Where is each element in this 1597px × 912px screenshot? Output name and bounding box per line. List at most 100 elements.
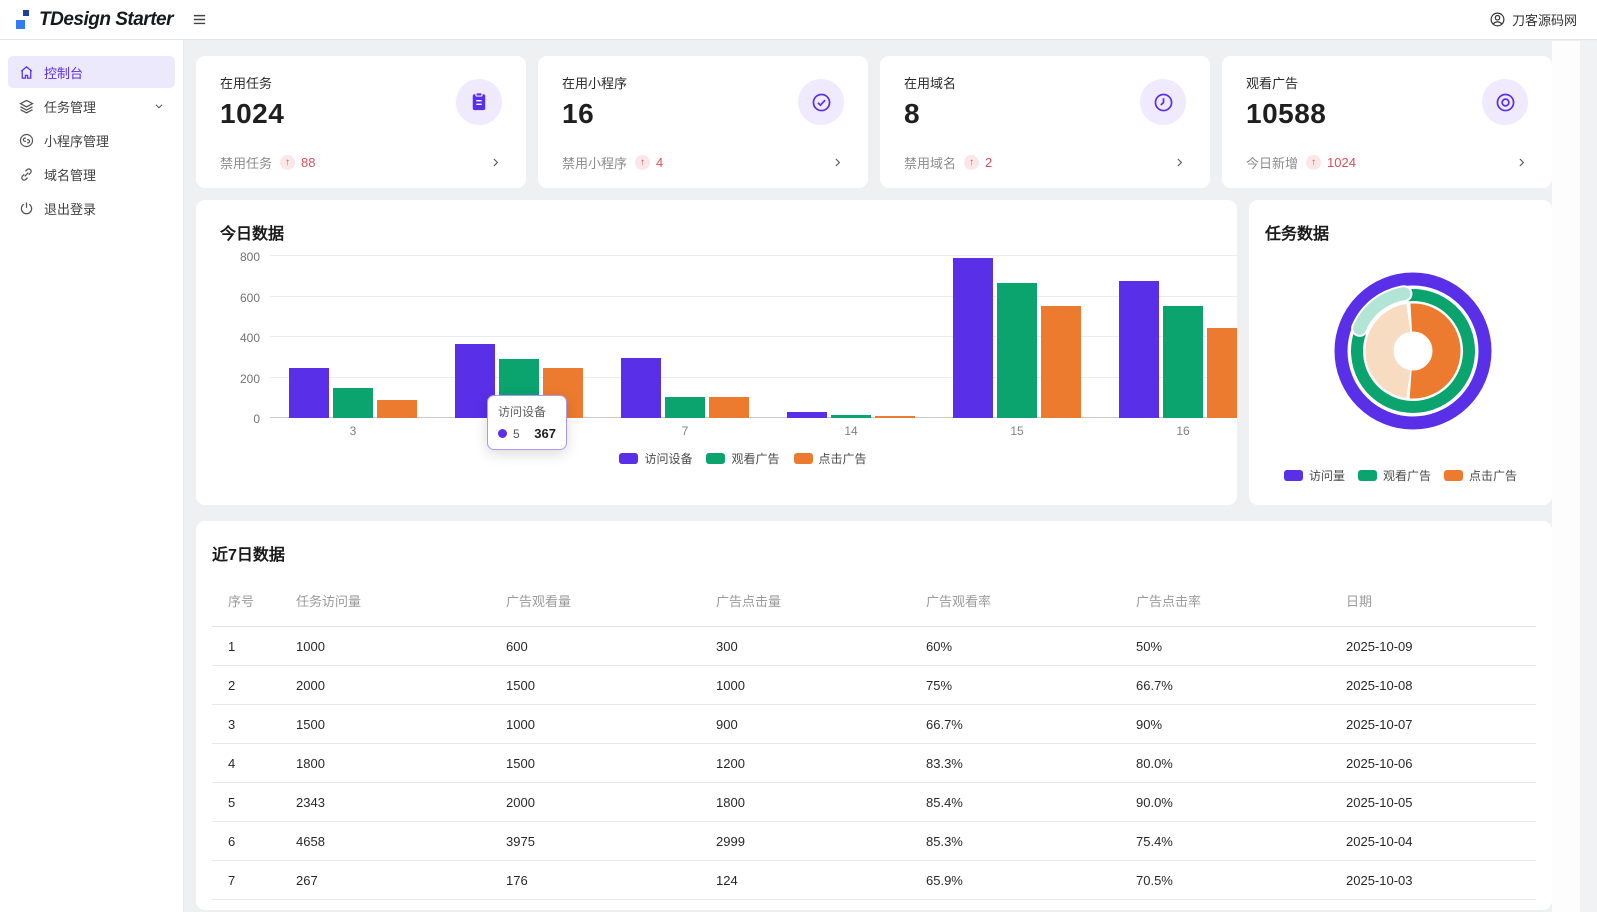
legend-label: 访问量: [1308, 469, 1345, 483]
table-cell: 2999: [716, 833, 745, 849]
bar-观看广告[interactable]: [333, 387, 373, 418]
x-axis-tick: 14: [844, 424, 858, 438]
sidebar-item-domain-management[interactable]: 域名管理: [8, 158, 175, 190]
sidebar-item-logout[interactable]: 退出登录: [8, 192, 175, 224]
logo-mark-icon: [16, 7, 31, 33]
stat-footer: 禁用域名 ↑ 2: [904, 153, 1186, 172]
sidebar-item-task-management[interactable]: 任务管理: [8, 90, 175, 122]
bar-观看广告[interactable]: [665, 396, 705, 418]
bar-访问设备[interactable]: [621, 358, 661, 418]
legend-item[interactable]: 点击广告: [1444, 467, 1517, 484]
sidebar-item-dashboard[interactable]: 控制台: [8, 56, 175, 88]
user-name: 刀客源码网: [1511, 13, 1577, 28]
legend-swatch: [1283, 470, 1303, 481]
bar-访问设备[interactable]: [953, 258, 993, 418]
bar-访问设备[interactable]: [787, 412, 827, 418]
bar-group-7: 7: [602, 256, 768, 438]
table-cell: 85.3%: [926, 833, 963, 849]
chevron-right-icon[interactable]: [489, 156, 502, 169]
table-cell: 90%: [1136, 716, 1163, 732]
bar-点击广告[interactable]: [1041, 305, 1081, 418]
table-cell: 5: [228, 794, 236, 810]
legend-item[interactable]: 访问设备: [619, 450, 692, 467]
legend-label: 观看广告: [1382, 469, 1431, 483]
x-axis-tick: 3: [349, 424, 357, 438]
chevron-right-icon[interactable]: [831, 156, 844, 169]
table-row: 3 1500 1000 900 66.7% 90% 2025-10-07: [212, 705, 1536, 744]
legend-item[interactable]: 观看广告: [706, 450, 780, 467]
sidebar-collapse-button[interactable]: [191, 11, 208, 28]
power-icon: [18, 200, 35, 217]
bar-观看广告[interactable]: [831, 414, 871, 418]
table-cell: 267: [296, 872, 318, 888]
table-cell: 2025-10-04: [1346, 833, 1413, 849]
table-cell: 900: [716, 716, 738, 732]
bar-点击广告[interactable]: [875, 415, 915, 418]
legend-swatch: [1444, 470, 1463, 481]
user-avatar-icon: [1489, 11, 1506, 28]
bar-点击广告[interactable]: [377, 399, 417, 418]
donut-slice-ad-clicks[interactable]: [1409, 303, 1461, 399]
table-cell: 70.5%: [1136, 872, 1173, 888]
bar-点击广告[interactable]: [543, 368, 583, 418]
table-cell: 2025-10-09: [1346, 638, 1413, 654]
bar-group-bars: [455, 256, 583, 418]
bar-观看广告[interactable]: [1163, 305, 1203, 418]
table-cell: 4658: [296, 833, 325, 849]
trend-value: 88: [301, 155, 316, 170]
legend-item[interactable]: 访问量: [1283, 467, 1345, 484]
bar-点击广告[interactable]: [1207, 327, 1237, 418]
x-axis-tick: 15: [1010, 424, 1024, 438]
table-cell: 1800: [296, 755, 325, 771]
app-logo: TDesign Starter: [16, 7, 173, 33]
legend-item[interactable]: 观看广告: [1357, 467, 1431, 484]
y-axis-tick: 0: [253, 412, 260, 426]
donut-chart-title: 任务数据: [1265, 226, 1330, 243]
chevron-right-icon[interactable]: [1173, 156, 1186, 169]
trend-up-icon: ↑: [280, 155, 296, 170]
bar-group-bars: [953, 256, 1081, 418]
table-cell: 1500: [506, 677, 535, 693]
scrollbar-gutter: [1552, 41, 1580, 912]
table-row: 7 267 176 124 65.9% 70.5% 2025-10-03: [212, 861, 1536, 900]
table-cell: 2000: [506, 794, 535, 810]
stat-footer-label: 禁用小程序: [562, 156, 628, 171]
y-axis-tick: 600: [239, 290, 260, 305]
bar-plot-area: 0 200 400 600 800 3 5 7 14 15 16: [240, 250, 1237, 438]
table-cell: 2: [228, 677, 236, 693]
user-menu[interactable]: 刀客源码网: [1489, 10, 1577, 29]
bar-访问设备[interactable]: [1119, 281, 1159, 418]
x-axis-tick: 7: [681, 424, 689, 438]
sidebar-item-label: 控制台: [44, 65, 84, 81]
table-cell: 2025-10-08: [1346, 677, 1413, 693]
donut-chart-legend: 访问量 观看广告 点击广告: [1249, 467, 1552, 484]
sidebar-item-miniprogram-management[interactable]: 小程序管理: [8, 124, 175, 156]
trend-value: 2: [985, 155, 993, 170]
trend-up-icon: ↑: [1306, 155, 1322, 170]
app-header: TDesign Starter 刀客源码网: [0, 0, 1597, 40]
table-cell: 80.0%: [1136, 755, 1173, 771]
table-cell: 6: [228, 833, 236, 849]
legend-item[interactable]: 点击广告: [793, 450, 867, 467]
logo-text: TDesign Starter: [39, 8, 173, 30]
bar-group-3: 3: [270, 256, 436, 438]
table-cell: 1000: [716, 677, 745, 693]
layers-icon: [18, 98, 35, 115]
chevron-right-icon[interactable]: [1515, 156, 1528, 169]
table-cell: 1500: [506, 755, 535, 771]
stat-footer: 禁用任务 ↑ 88: [220, 153, 502, 172]
legend-label: 访问设备: [644, 452, 693, 466]
bar-访问设备[interactable]: [455, 343, 495, 418]
bar-观看广告[interactable]: [499, 359, 539, 418]
task-data-donut-chart[interactable]: [1328, 266, 1498, 436]
trend-up-icon: ↑: [964, 155, 980, 170]
vertical-scrollbar[interactable]: [1580, 41, 1597, 912]
table-cell: 300: [716, 638, 738, 654]
table-cell: 66.7%: [926, 716, 963, 732]
bar-点击广告[interactable]: [709, 396, 749, 418]
bar-访问设备[interactable]: [289, 367, 329, 418]
today-data-bar-chart: 0 200 400 600 800 3 5 7 14 15 16 访问设备 观看广告 点击广告: [220, 250, 1237, 467]
column-header: 任务访问量: [296, 594, 362, 609]
bar-观看广告[interactable]: [997, 283, 1037, 418]
bar-group-bars: [787, 256, 915, 418]
